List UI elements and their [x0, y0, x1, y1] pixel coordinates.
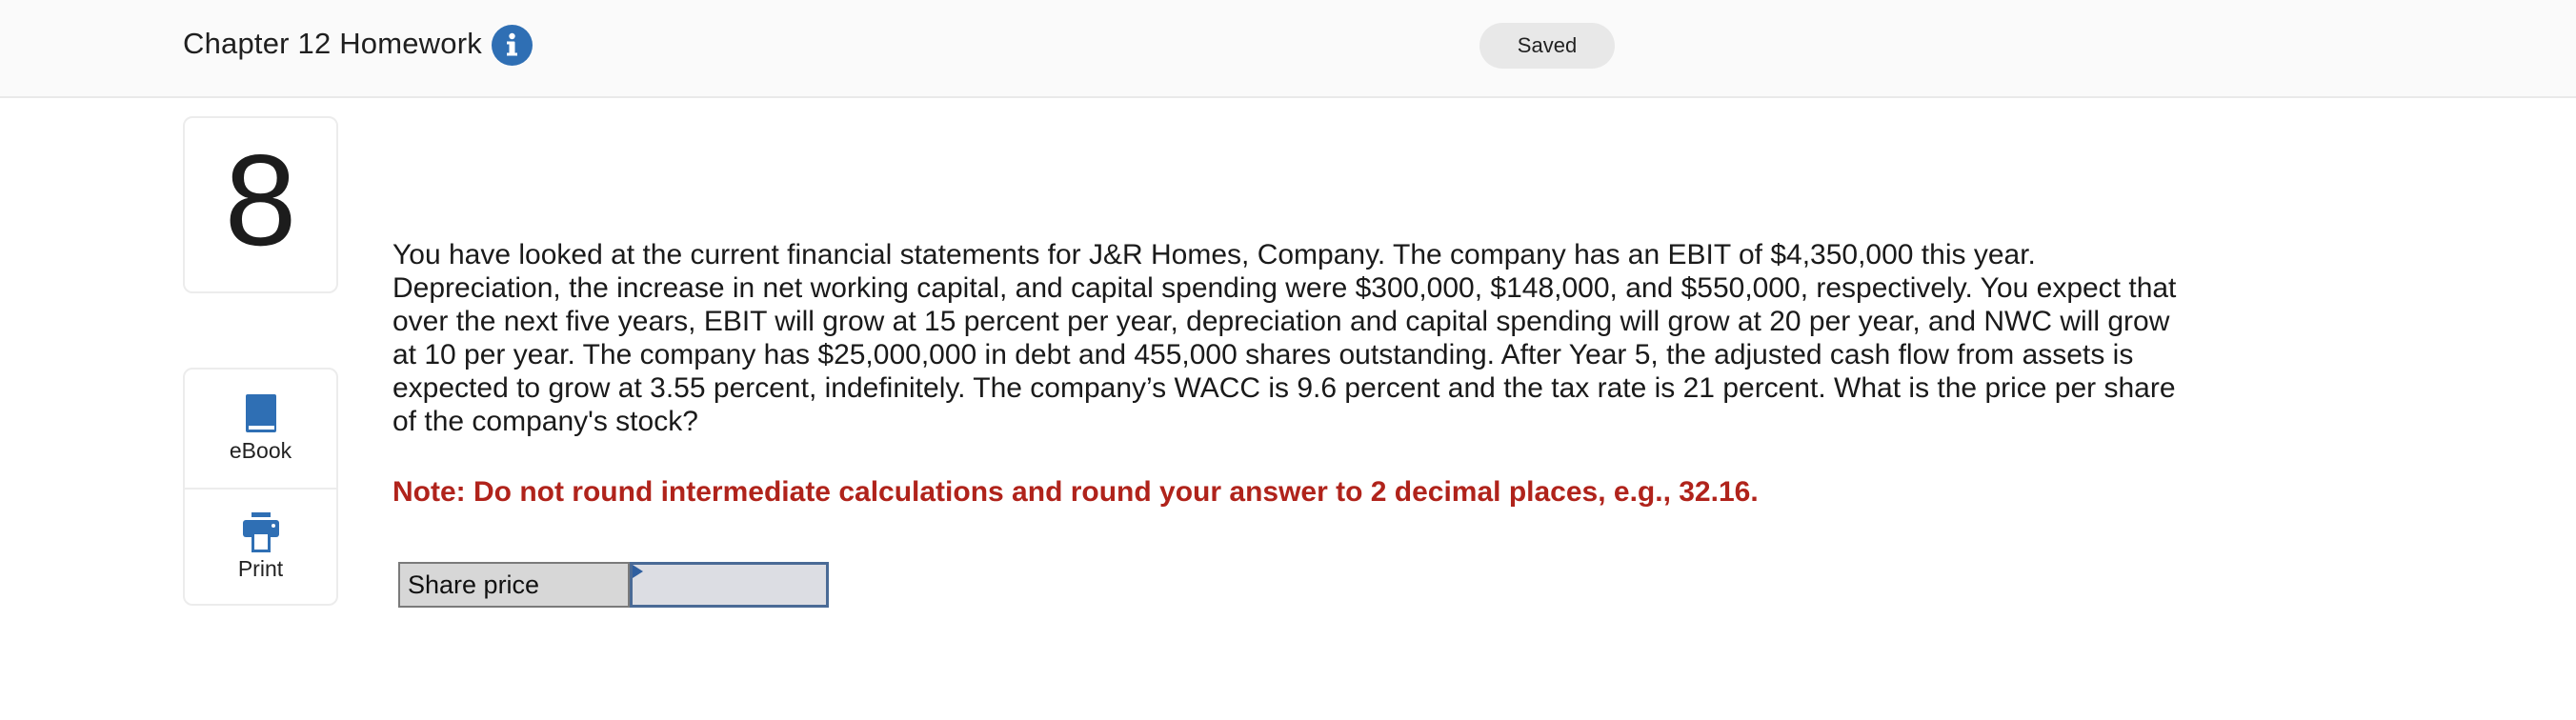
- ebook-label: eBook: [229, 438, 292, 463]
- print-label: Print: [237, 556, 284, 581]
- saved-status-badge: Saved: [1479, 23, 1615, 69]
- tools-panel: eBook Print: [183, 368, 338, 606]
- info-icon[interactable]: [492, 25, 533, 66]
- share-price-input[interactable]: [630, 562, 829, 608]
- rounding-note: Note: Do not round intermediate calculat…: [392, 476, 1759, 508]
- print-button[interactable]: Print: [185, 488, 336, 606]
- book-icon: [240, 392, 282, 434]
- question-number-box: 8: [183, 116, 338, 293]
- question-number: 8: [224, 128, 297, 272]
- assignment-title: Chapter 12 Homework: [183, 27, 482, 60]
- answer-table: Share price: [398, 562, 829, 608]
- printer-icon: [240, 512, 282, 554]
- input-flag-icon: [633, 565, 643, 578]
- ebook-button[interactable]: eBook: [185, 370, 336, 490]
- question-text: You have looked at the current financial…: [392, 239, 2177, 437]
- top-bar: Chapter 12 Homework Saved: [0, 0, 2576, 98]
- share-price-label: Share price: [398, 562, 630, 608]
